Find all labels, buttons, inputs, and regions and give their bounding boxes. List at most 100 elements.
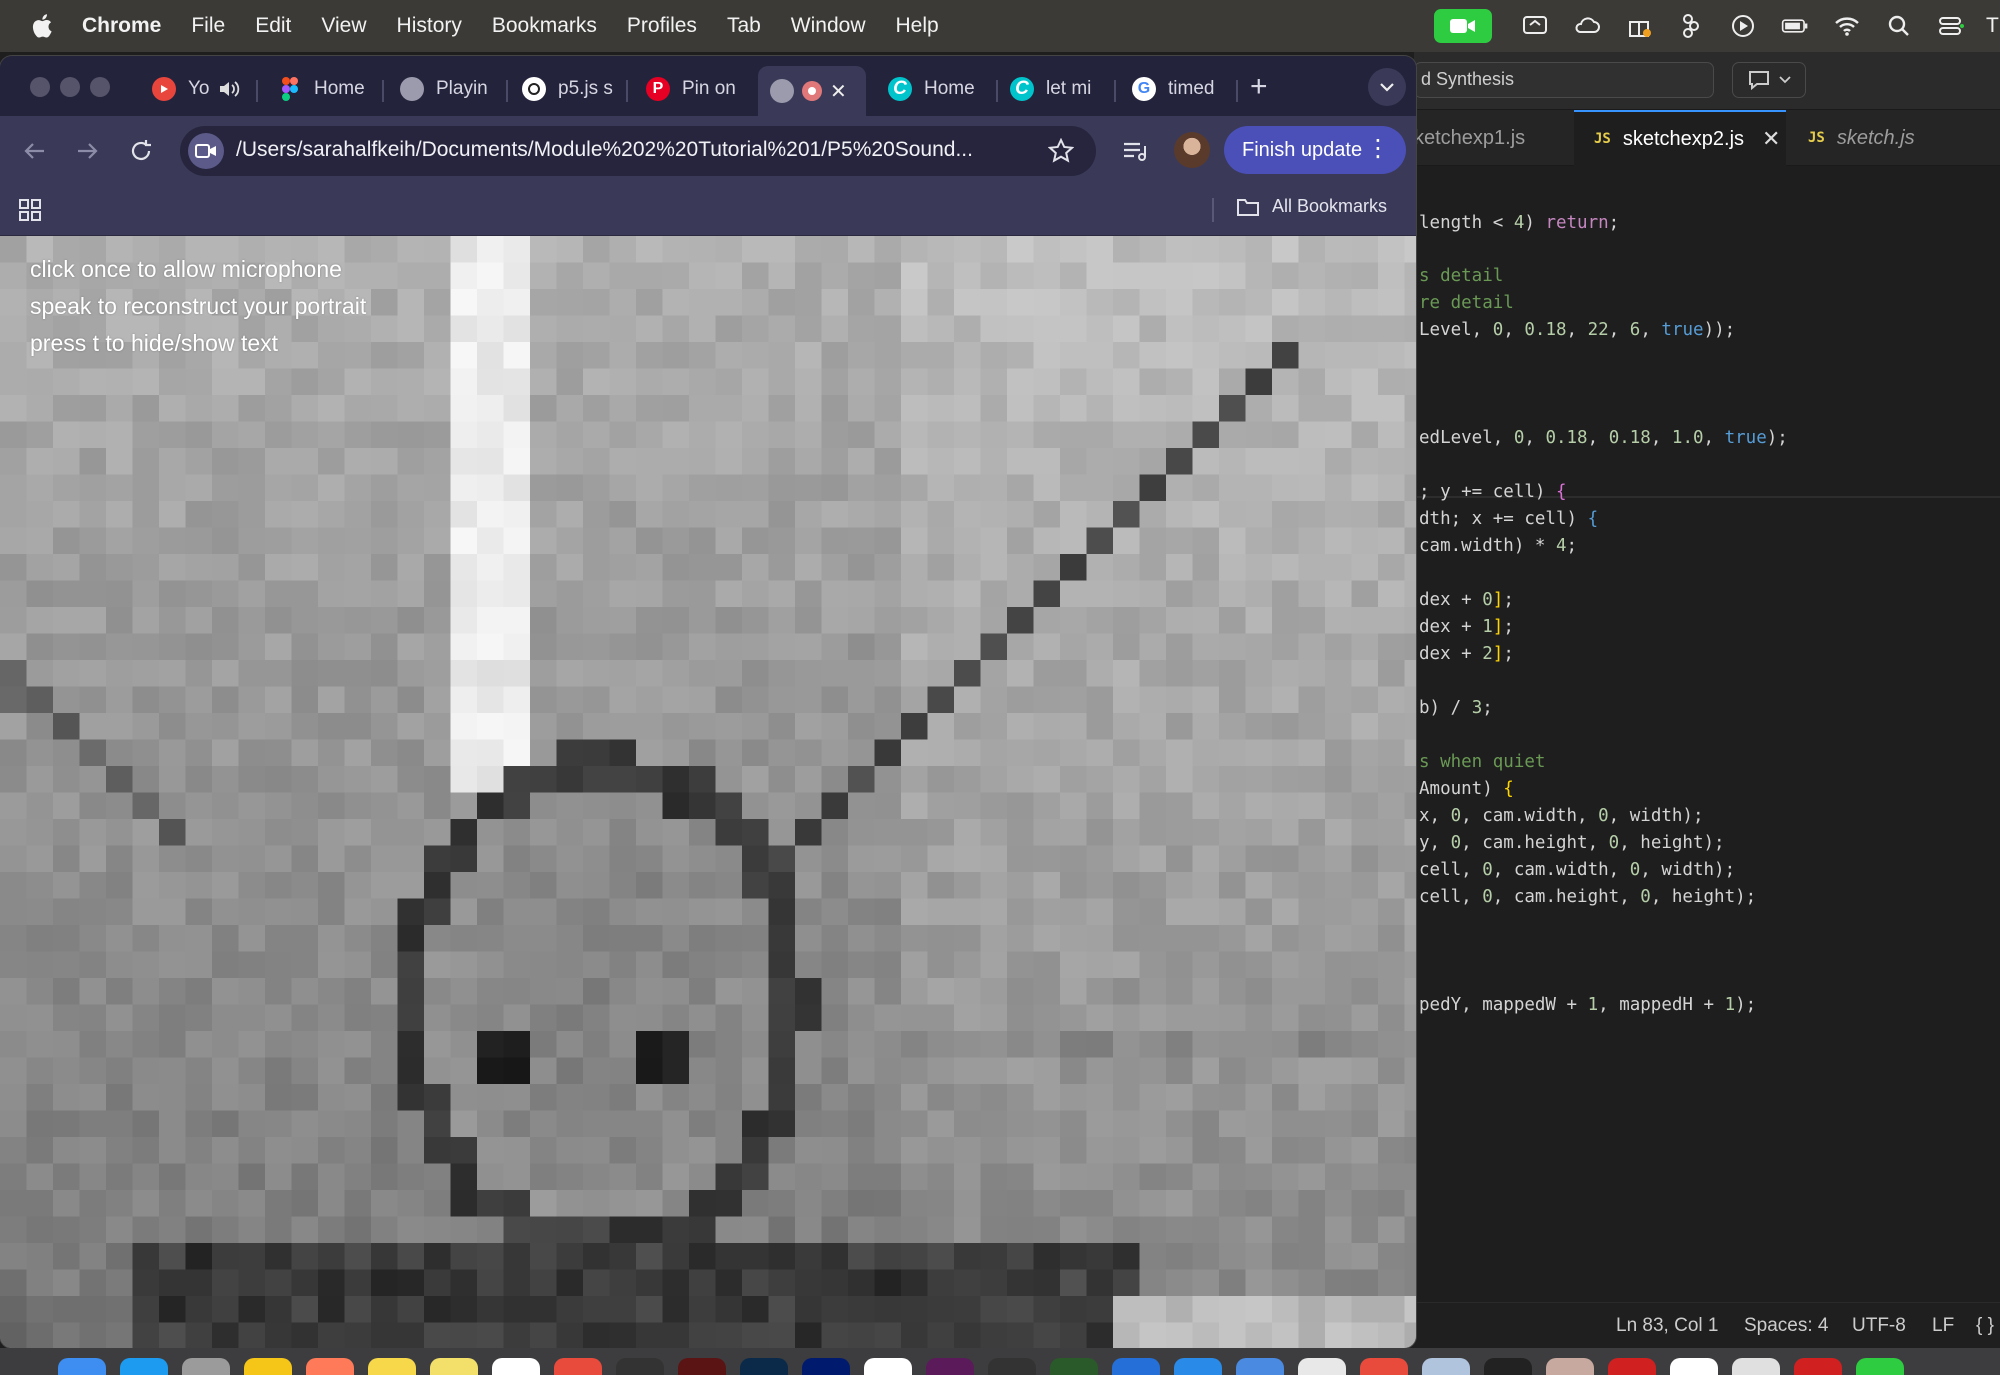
dock-app-icon[interactable] — [120, 1358, 168, 1375]
copilot-button[interactable] — [1732, 62, 1806, 98]
pixel-cell — [768, 1137, 796, 1165]
indentation[interactable]: Spaces: 4 — [1744, 1315, 1829, 1337]
dock-app-icon[interactable] — [1174, 1358, 1222, 1375]
cloud-icon[interactable] — [1570, 11, 1604, 41]
dock-app-icon[interactable] — [1608, 1358, 1656, 1375]
search-icon[interactable] — [1882, 11, 1916, 41]
tab-canva-home[interactable]: C Home — [888, 66, 994, 112]
wifi-icon[interactable] — [1830, 11, 1864, 41]
dock-app-icon[interactable] — [1856, 1358, 1904, 1375]
tab-figma-home[interactable]: Home — [278, 66, 388, 112]
dock-app-icon[interactable] — [1794, 1358, 1842, 1375]
dock-app-icon[interactable] — [988, 1358, 1036, 1375]
dock-app-icon[interactable] — [1298, 1358, 1346, 1375]
battery-icon[interactable] — [1778, 11, 1812, 41]
menu-history[interactable]: History — [397, 14, 462, 38]
dock-app-icon[interactable] — [678, 1358, 726, 1375]
pixel-cell — [291, 580, 319, 608]
dock-app-icon[interactable] — [1360, 1358, 1408, 1375]
media-controls-icon[interactable] — [1120, 136, 1150, 166]
menu-help[interactable]: Help — [896, 14, 939, 38]
language-mode[interactable]: { } — [1976, 1315, 1994, 1337]
apps-grid-icon[interactable] — [18, 198, 42, 222]
dock-app-icon[interactable] — [58, 1358, 106, 1375]
close-window-button[interactable] — [30, 77, 50, 97]
camera-permission-icon[interactable] — [188, 133, 224, 169]
all-bookmarks-button[interactable]: All Bookmarks — [1236, 196, 1387, 217]
command-center[interactable]: d Synthesis — [1414, 62, 1714, 98]
dock-app-icon[interactable] — [1236, 1358, 1284, 1375]
tab-google-timed[interactable]: G timed — [1132, 66, 1236, 112]
back-arrow-icon[interactable] — [20, 136, 50, 166]
more-vertical-icon[interactable]: ⋮ — [1366, 134, 1390, 163]
speaker-icon[interactable] — [218, 79, 240, 99]
dock-app-icon[interactable] — [1670, 1358, 1718, 1375]
minimize-window-button[interactable] — [60, 77, 80, 97]
pixel-cell — [874, 607, 902, 635]
apple-logo-icon[interactable] — [28, 11, 58, 41]
cursor-position[interactable]: Ln 83, Col 1 — [1616, 1315, 1718, 1337]
dock-app-icon[interactable] — [616, 1358, 664, 1375]
url-text[interactable]: /Users/sarahalfkeih/Documents/Module%202… — [236, 138, 1036, 162]
dock-app-icon[interactable] — [1050, 1358, 1098, 1375]
tab-active-sketch[interactable]: ✕ — [758, 66, 866, 116]
dock-app-icon[interactable] — [1732, 1358, 1780, 1375]
menu-file[interactable]: File — [191, 14, 225, 38]
tab-pinterest[interactable]: P Pin on — [646, 66, 742, 112]
dock-app-icon[interactable] — [802, 1358, 850, 1375]
menu-edit[interactable]: Edit — [255, 14, 291, 38]
page-viewport[interactable]: click once to allow microphone speak to … — [0, 236, 1416, 1348]
menu-profiles[interactable]: Profiles — [627, 14, 697, 38]
dock-app-icon[interactable] — [492, 1358, 540, 1375]
pixel-cell — [291, 660, 319, 688]
pixel-cell — [344, 898, 372, 926]
dock-app-icon[interactable] — [368, 1358, 416, 1375]
screen-share-icon[interactable] — [1518, 11, 1552, 41]
tab-search-button[interactable] — [1368, 68, 1406, 106]
control-center-icon[interactable] — [1934, 11, 1968, 41]
reload-icon[interactable] — [126, 136, 156, 166]
dock-app-icon[interactable] — [864, 1358, 912, 1375]
close-tab-icon[interactable]: ✕ — [830, 79, 847, 104]
address-bar[interactable]: /Users/sarahalfkeih/Documents/Module%202… — [180, 126, 1096, 176]
menu-view[interactable]: View — [321, 14, 366, 38]
menu-tab[interactable]: Tab — [727, 14, 761, 38]
encoding[interactable]: UTF-8 — [1852, 1315, 1906, 1337]
dock-app-icon[interactable] — [182, 1358, 230, 1375]
finish-update-button[interactable]: Finish update ⋮ — [1224, 126, 1406, 174]
tab-sketch[interactable]: JS sketch.js — [1786, 110, 1966, 166]
dock-app-icon[interactable] — [430, 1358, 478, 1375]
menu-window[interactable]: Window — [791, 14, 866, 38]
forward-arrow-icon[interactable] — [72, 136, 102, 166]
dock-app-icon[interactable] — [306, 1358, 354, 1375]
profile-avatar[interactable] — [1174, 132, 1210, 168]
code-editor[interactable]: length < 4) return; s detail re detail L… — [1414, 166, 2000, 1326]
dock-app-icon[interactable] — [1112, 1358, 1160, 1375]
tab-let-mi[interactable]: C let mi — [1010, 66, 1110, 112]
close-icon[interactable]: ✕ — [1762, 126, 1780, 152]
tab-p5js[interactable]: p5.js s — [522, 66, 618, 112]
new-tab-button[interactable]: + — [1250, 70, 1268, 104]
dock-app-icon[interactable] — [1484, 1358, 1532, 1375]
tab-ketchexp1[interactable]: ketchexp1.js — [1414, 110, 1570, 166]
zoom-window-button[interactable] — [90, 77, 110, 97]
facetime-icon[interactable] — [1434, 9, 1492, 43]
figma-icon[interactable] — [1674, 11, 1708, 41]
tab-youtube[interactable]: Yo — [152, 66, 248, 112]
bookmark-star-icon[interactable] — [1048, 138, 1074, 164]
menu-chrome[interactable]: Chrome — [82, 14, 161, 38]
dock-app-icon[interactable] — [1546, 1358, 1594, 1375]
menu-bookmarks[interactable]: Bookmarks — [492, 14, 597, 38]
tab-sketchexp2[interactable]: JS sketchexp2.js ✕ — [1574, 110, 1786, 166]
end-of-line[interactable]: LF — [1932, 1315, 1954, 1337]
dock-app-icon[interactable] — [926, 1358, 974, 1375]
tab-playing[interactable]: Playin — [400, 66, 504, 112]
dock-app-icon[interactable] — [554, 1358, 602, 1375]
play-icon[interactable] — [1726, 11, 1760, 41]
dock-app-icon[interactable] — [740, 1358, 788, 1375]
pixelated-portrait-canvas[interactable] — [0, 236, 1416, 1348]
dock-app-icon[interactable] — [244, 1358, 292, 1375]
dock-app-icon[interactable] — [1422, 1358, 1470, 1375]
pixel-cell — [1139, 898, 1167, 926]
gift-icon[interactable] — [1622, 11, 1656, 41]
